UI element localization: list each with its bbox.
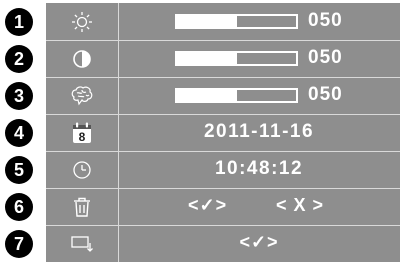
- svg-text:6: 6: [14, 197, 24, 217]
- contrast-slider[interactable]: [175, 51, 298, 66]
- exit-row[interactable]: <✓>: [46, 225, 400, 262]
- step-badge-5: 5: [4, 155, 34, 185]
- saturation-slider[interactable]: [175, 88, 298, 103]
- step-badge-1: 1: [4, 7, 34, 37]
- contrast-value: 050: [308, 47, 343, 68]
- brightness-slider-fill: [177, 16, 237, 27]
- brightness-row[interactable]: 050: [46, 3, 400, 40]
- svg-text:5: 5: [14, 160, 24, 180]
- svg-text:2: 2: [14, 49, 24, 69]
- delete-row[interactable]: <✓> < X >: [46, 188, 400, 225]
- contrast-row[interactable]: 050: [46, 40, 400, 77]
- svg-text:7: 7: [14, 234, 24, 254]
- sun-icon: [46, 3, 118, 40]
- trash-icon: [46, 188, 118, 225]
- brightness-slider[interactable]: [175, 14, 298, 29]
- svg-text:4: 4: [14, 123, 24, 143]
- svg-text:1: 1: [14, 12, 24, 32]
- calendar-icon: 8: [46, 114, 118, 151]
- step-badge-7: 7: [4, 229, 34, 259]
- saturation-slider-fill: [177, 90, 237, 101]
- svg-text:3: 3: [14, 86, 24, 106]
- delete-confirm-option[interactable]: <✓>: [188, 195, 227, 216]
- exit-confirm-option[interactable]: <✓>: [118, 232, 400, 253]
- step-badge-3: 3: [4, 81, 34, 111]
- time-row[interactable]: 10:48:12: [46, 151, 400, 188]
- clock-icon: [46, 151, 118, 188]
- time-value[interactable]: 10:48:12: [118, 158, 400, 180]
- svg-text:8: 8: [79, 130, 86, 144]
- step-badge-4: 4: [4, 118, 34, 148]
- osd-menu-panel: 050 050 050 8 2011-11-16 10:48:12 <✓> < …: [46, 3, 400, 262]
- contrast-slider-fill: [177, 53, 237, 64]
- date-value[interactable]: 2011-11-16: [118, 121, 400, 143]
- delete-cancel-option[interactable]: < X >: [276, 195, 324, 216]
- contrast-icon: [46, 40, 118, 77]
- saturation-value: 050: [308, 84, 343, 105]
- step-badge-6: 6: [4, 192, 34, 222]
- saturation-row[interactable]: 050: [46, 77, 400, 114]
- date-row[interactable]: 8 2011-11-16: [46, 114, 400, 151]
- brightness-value: 050: [308, 10, 343, 31]
- exit-icon: [46, 225, 118, 262]
- step-badge-2: 2: [4, 44, 34, 74]
- brain-icon: [46, 77, 118, 114]
